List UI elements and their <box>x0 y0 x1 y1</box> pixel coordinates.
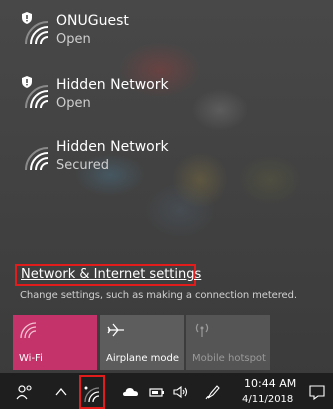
wifi-icon <box>25 147 49 171</box>
network-tray-icon-highlight[interactable] <box>79 375 105 409</box>
battery-icon[interactable] <box>148 383 166 401</box>
onedrive-cloud-icon[interactable] <box>122 383 140 401</box>
network-name: ONUGuest <box>56 13 129 29</box>
shield-warning-icon <box>22 76 32 88</box>
settings-description: Change settings, such as making a connec… <box>20 290 297 301</box>
network-status: Open <box>56 32 91 47</box>
pen-workspace-icon[interactable] <box>204 383 222 401</box>
network-name: Hidden Network <box>56 77 169 93</box>
tile-label: Mobile hotspot <box>192 353 266 364</box>
network-status: Secured <box>56 158 109 173</box>
network-item-onuguest[interactable]: ONUGuest Open <box>0 10 333 70</box>
taskbar: 10:44 AM 4/11/2018 <box>0 373 333 409</box>
mobile-hotspot-tile: Mobile hotspot <box>186 315 270 370</box>
action-center-icon[interactable] <box>308 383 326 401</box>
wifi-icon <box>20 322 37 339</box>
network-internet-settings-link[interactable]: Network & Internet settings <box>15 264 201 286</box>
tile-label: Airplane mode <box>106 353 180 364</box>
network-status: Open <box>56 96 91 111</box>
network-flyout: ONUGuest Open Hidden Network Open Hidden… <box>0 0 333 370</box>
network-name: Hidden Network <box>56 139 169 155</box>
tile-label: Wi-Fi <box>19 353 43 364</box>
airplane-icon <box>107 323 124 337</box>
wifi-icon <box>84 386 100 403</box>
network-item-hidden-open[interactable]: Hidden Network Open <box>0 74 333 134</box>
clock-time[interactable]: 10:44 AM <box>244 377 296 390</box>
clock-date[interactable]: 4/11/2018 <box>242 394 293 405</box>
airplane-mode-tile[interactable]: Airplane mode <box>100 315 184 370</box>
hotspot-icon <box>195 323 209 337</box>
chevron-up-icon[interactable] <box>52 383 70 401</box>
network-item-hidden-secured[interactable]: Hidden Network Secured <box>0 136 333 196</box>
volume-icon[interactable] <box>172 383 190 401</box>
settings-link-label: Network & Internet settings <box>21 267 202 282</box>
shield-warning-icon <box>22 12 32 24</box>
wifi-toggle-tile[interactable]: Wi-Fi <box>13 315 97 370</box>
people-icon[interactable] <box>16 383 34 401</box>
